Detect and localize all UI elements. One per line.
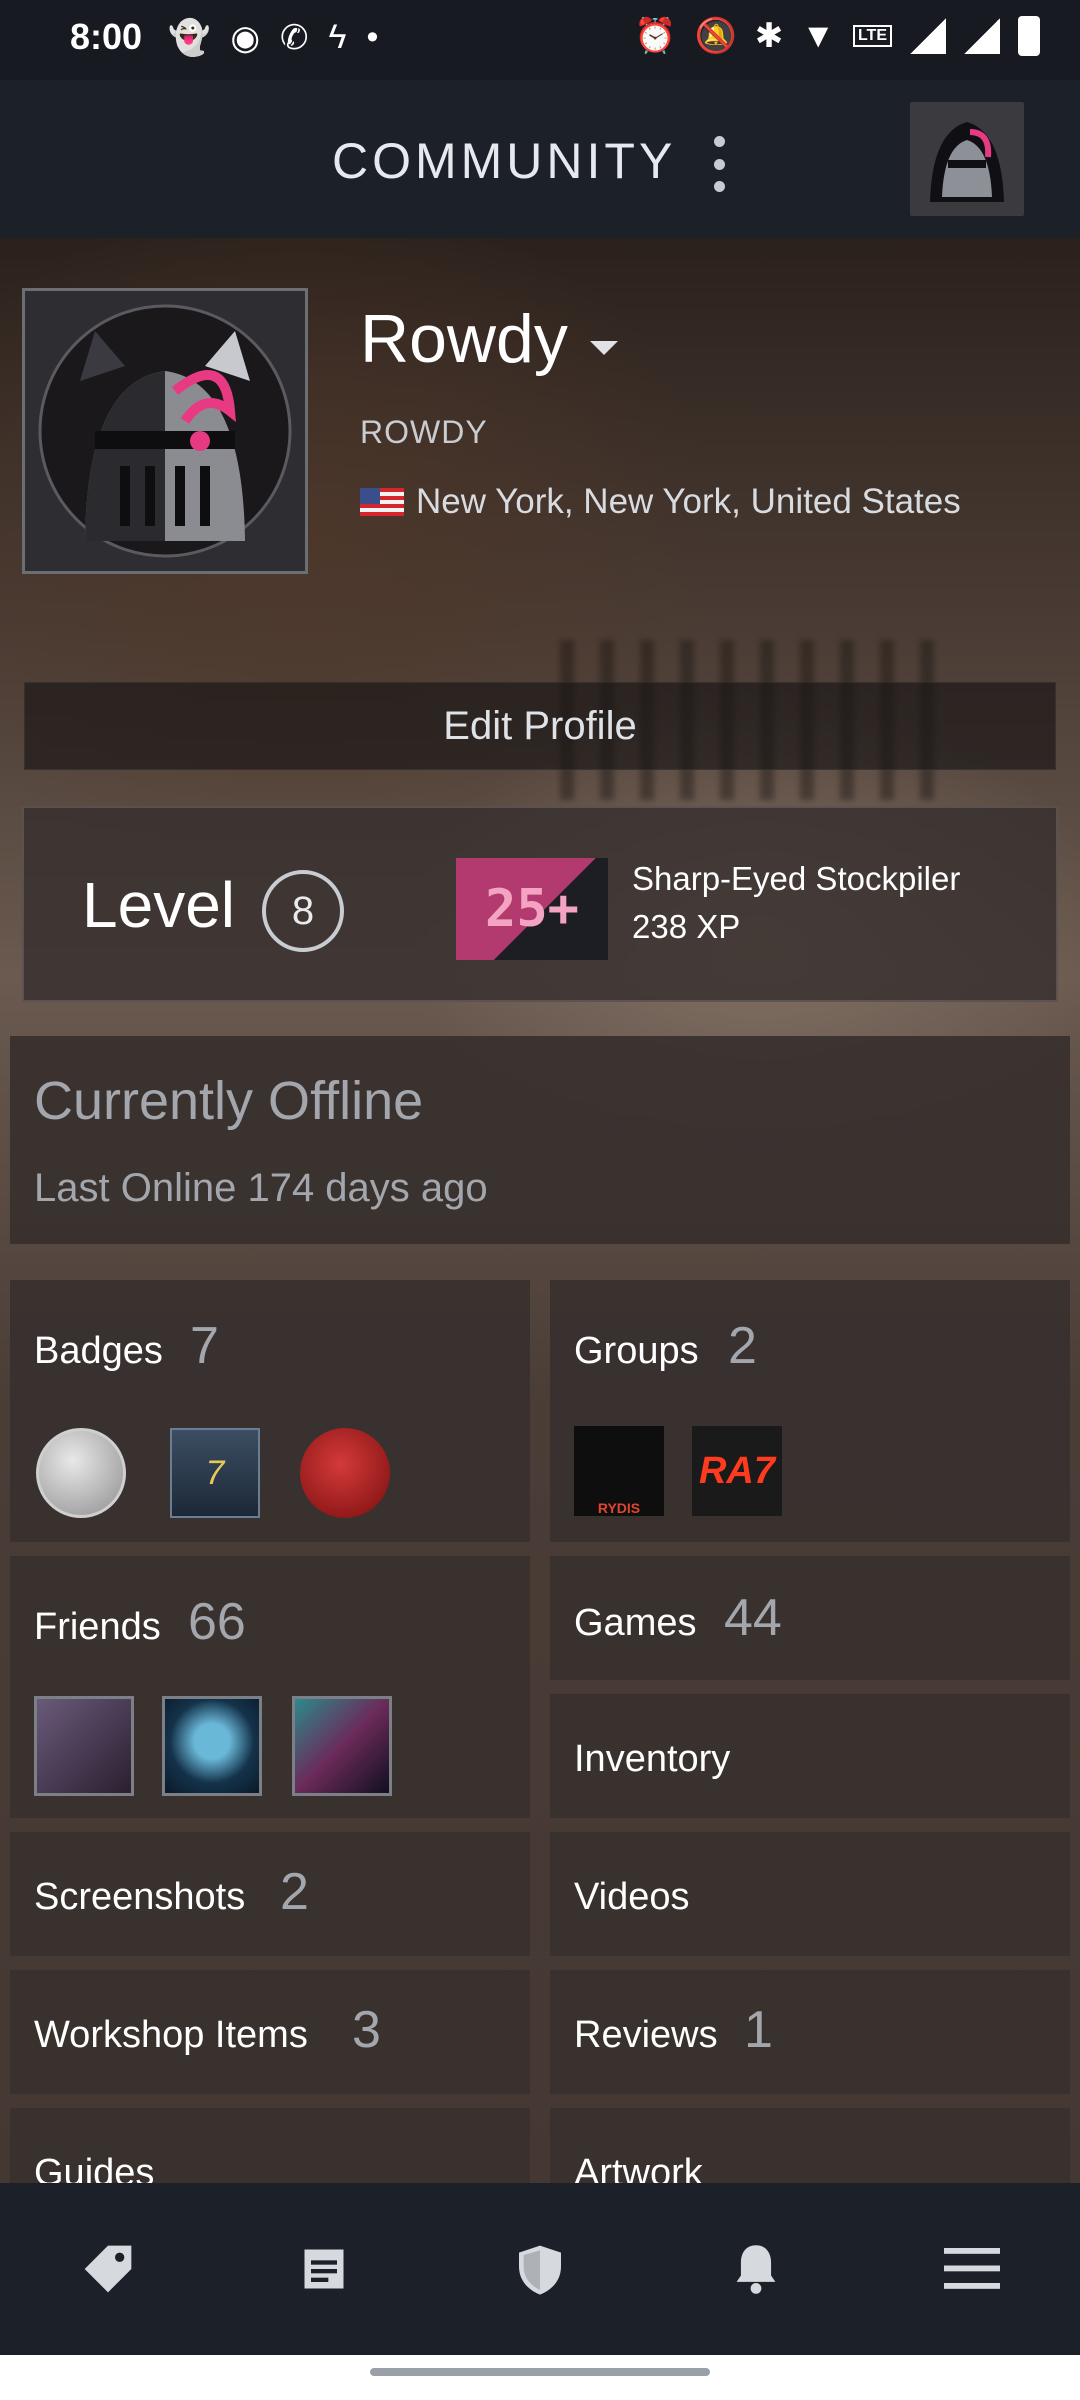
screenshots-tile[interactable]: Screenshots 2 (10, 1832, 530, 1956)
badge-name: Sharp-Eyed Stockpiler (632, 860, 961, 897)
friend-avatar-1[interactable] (34, 1696, 134, 1796)
mute-icon: 🔕 (694, 17, 737, 55)
profile-name-text: Rowdy (360, 301, 568, 377)
us-flag-icon (360, 488, 404, 516)
videos-tile[interactable]: Videos (550, 1832, 1070, 1956)
menu-icon[interactable] (942, 2239, 1002, 2299)
group-rydis-icon[interactable]: RYDIS (574, 1426, 664, 1516)
wifi-icon: ▼ (801, 16, 835, 55)
battery-icon (1018, 16, 1040, 56)
badges-count: 7 (190, 1317, 219, 1375)
snapchat-icon: 👻 (168, 19, 211, 57)
online-status-panel: Currently Offline Last Online 174 days a… (10, 1036, 1070, 1244)
volte-icon: LTE (852, 25, 892, 47)
level-label: Level (82, 869, 235, 941)
signal-icon-2 (964, 18, 1000, 54)
bluetooth-icon: ✱ (754, 17, 784, 55)
signal-icon (910, 18, 946, 54)
more-dot-icon: • (366, 18, 379, 56)
games-count: 44 (724, 1589, 782, 1647)
friends-tile[interactable]: Friends 66 (10, 1556, 530, 1818)
tag-icon[interactable] (78, 2239, 138, 2299)
profile-name[interactable]: Rowdy (360, 300, 618, 378)
bottom-nav (0, 2183, 1080, 2355)
guides-label: Guides (34, 2152, 155, 2183)
shield-icon[interactable] (510, 2239, 570, 2299)
inventory-label: Inventory (574, 1738, 731, 1780)
level-panel[interactable]: Level 8 25+ Sharp-Eyed Stockpiler 238 XP (22, 806, 1058, 1002)
videos-label: Videos (574, 1876, 690, 1918)
red-seal-badge-icon[interactable] (300, 1428, 390, 1518)
years-of-service-badge-icon[interactable]: 7 (170, 1428, 260, 1518)
workshop-tile[interactable]: Workshop Items 3 (10, 1970, 530, 2094)
groups-count: 2 (728, 1317, 757, 1375)
reviews-label: Reviews (574, 2014, 718, 2056)
alarm-icon: ⏰ (634, 17, 677, 55)
top-nav: COMMUNITY (0, 80, 1080, 238)
groups-label: Groups (574, 1330, 699, 1372)
location-text: New York, New York, United States (416, 482, 961, 521)
groups-tile[interactable]: Groups 2 RYDIS RA7 (550, 1280, 1070, 1542)
status-bar: 8:00 👻 ◉ ✆ ϟ • ⏰ 🔕 ✱ ▼ LTE (0, 0, 1080, 80)
friend-avatar-3[interactable] (292, 1696, 392, 1796)
level-value: 8 (262, 870, 344, 952)
artwork-label: Artwork (574, 2152, 703, 2183)
friends-count: 66 (188, 1593, 246, 1651)
screenshots-count: 2 (280, 1863, 309, 1921)
group-ra7-icon[interactable]: RA7 (692, 1426, 782, 1516)
friends-label: Friends (34, 1606, 161, 1648)
discord-icon: ◉ (230, 19, 261, 57)
reviews-count: 1 (744, 2001, 773, 2059)
badges-label: Badges (34, 1330, 163, 1372)
bell-icon[interactable] (726, 2239, 786, 2299)
gesture-area (0, 2355, 1080, 2400)
edit-profile-button[interactable]: Edit Profile (24, 682, 1056, 770)
screenshots-label: Screenshots (34, 1876, 246, 1918)
user-avatar-button[interactable] (910, 102, 1024, 216)
chevron-down-icon[interactable] (589, 341, 618, 355)
profile-real-name: ROWDY (360, 414, 488, 450)
last-online: Last Online 174 days ago (34, 1166, 488, 1210)
overflow-menu-icon[interactable] (712, 136, 726, 192)
guides-tile[interactable]: Guides (10, 2108, 530, 2183)
profile-location: New York, New York, United States (360, 482, 961, 522)
games-label: Games (574, 1602, 697, 1644)
silver-coin-badge-icon[interactable] (36, 1428, 126, 1518)
reviews-tile[interactable]: Reviews 1 (550, 1970, 1070, 2094)
workshop-count: 3 (352, 2001, 381, 2059)
artwork-tile[interactable]: Artwork (550, 2108, 1070, 2183)
home-indicator[interactable] (370, 2368, 710, 2376)
badge-text: 25+ (456, 858, 608, 960)
status-state: Currently Offline (34, 1071, 424, 1131)
status-time: 8:00 (70, 16, 143, 57)
inventory-tile[interactable]: Inventory (550, 1694, 1070, 1818)
games-tile[interactable]: Games 44 (550, 1556, 1070, 1680)
badge-xp: 238 XP (632, 908, 741, 945)
news-icon[interactable] (294, 2239, 354, 2299)
page-title: COMMUNITY (332, 133, 677, 189)
notification-icons: 👻 ◉ ✆ ϟ • (168, 18, 378, 58)
system-icons: ⏰ 🔕 ✱ ▼ LTE (634, 16, 1040, 56)
friend-avatar-2[interactable] (162, 1696, 262, 1796)
badges-tile[interactable]: Badges 7 7 (10, 1280, 530, 1542)
profile-avatar[interactable] (22, 288, 308, 574)
whatsapp-icon: ✆ (280, 19, 309, 57)
messenger-icon: ϟ (328, 18, 347, 56)
workshop-label: Workshop Items (34, 2014, 308, 2056)
featured-badge-icon[interactable]: 25+ (456, 858, 608, 960)
